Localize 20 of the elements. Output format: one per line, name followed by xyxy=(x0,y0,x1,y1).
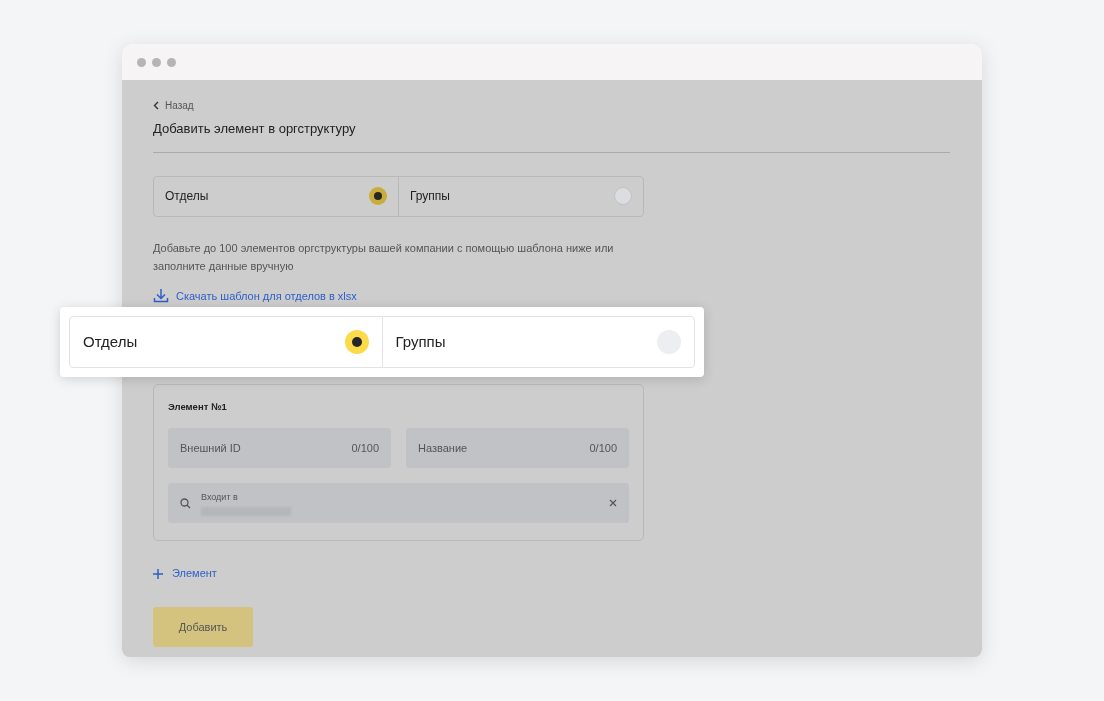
download-icon xyxy=(153,288,169,304)
search-icon xyxy=(180,497,191,509)
search-field[interactable]: Входит в xyxy=(168,483,629,524)
segment-option[interactable]: Группы xyxy=(398,176,643,216)
chevron-left-icon xyxy=(153,100,159,110)
page-title: Добавить элемент в оргструктуру xyxy=(153,120,357,138)
segment-option[interactable]: Группы xyxy=(381,317,694,367)
card-title: Элемент №1 xyxy=(168,400,228,414)
download-link[interactable]: Скачать шаблон для отделов в xlsx xyxy=(153,287,950,304)
field-label: Входит в xyxy=(201,490,239,504)
segment-option[interactable]: Отделы xyxy=(70,317,382,367)
text-field[interactable]: Внешний ID 0/100 xyxy=(168,428,391,469)
back-link[interactable]: Назад xyxy=(153,98,950,112)
add-element-link[interactable]: Элемент xyxy=(153,565,950,582)
text-field[interactable]: Название 0/100 xyxy=(406,428,629,469)
plus-icon xyxy=(153,568,163,579)
description-text: Добавьте до 100 элементов оргструктуры вашей компании с помощью шаблона ниже или заполните данные вручную xyxy=(153,240,615,274)
close-icon[interactable] xyxy=(609,499,617,508)
add-button[interactable]: Добавить xyxy=(153,606,253,647)
segment-option[interactable]: Отделы xyxy=(154,176,398,216)
